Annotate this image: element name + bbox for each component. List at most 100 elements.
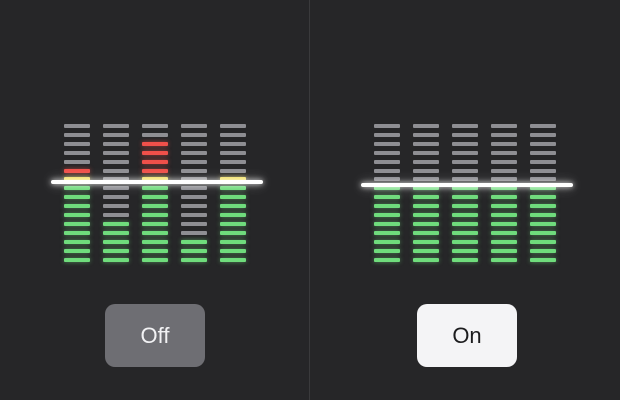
meter-segment	[64, 141, 90, 146]
meter-segment	[413, 168, 439, 173]
on-button[interactable]: On	[417, 304, 517, 367]
meter-segment	[142, 221, 168, 226]
meter-segment	[374, 257, 400, 262]
meter-segment	[413, 195, 439, 200]
meter-segment	[181, 204, 207, 209]
meter-segment	[452, 230, 478, 235]
meter-segment	[64, 124, 90, 128]
level-meter-1	[374, 124, 400, 266]
meter-segment	[374, 230, 400, 235]
meter-segment	[103, 213, 129, 217]
meter-segment	[491, 159, 517, 164]
meter-segment	[452, 150, 478, 155]
off-button[interactable]: Off	[105, 304, 205, 367]
meter-segment	[530, 257, 556, 262]
meter-segment	[413, 221, 439, 226]
meter-segment	[413, 124, 439, 128]
meter-segment	[220, 230, 246, 235]
meter-segment	[142, 257, 168, 262]
meter-segment	[181, 257, 207, 262]
meter-segment	[413, 257, 439, 262]
meter-segment	[374, 124, 400, 128]
meter-segment	[452, 168, 478, 173]
meter-segment	[413, 177, 439, 182]
meter-segment	[491, 195, 517, 200]
meter-segment	[142, 213, 168, 217]
meter-segment	[181, 186, 207, 191]
meter-segment	[491, 239, 517, 244]
meter-segment	[374, 150, 400, 155]
meter-segment	[530, 230, 556, 235]
meter-segment	[103, 230, 129, 235]
meter-segment	[142, 159, 168, 164]
meter-segment	[142, 230, 168, 235]
meter-segment	[142, 150, 168, 155]
meter-segment	[491, 177, 517, 182]
meter-segment	[491, 168, 517, 173]
meter-segment	[452, 248, 478, 253]
meter-segment	[181, 141, 207, 146]
meter-segment	[452, 221, 478, 226]
meter-segment	[530, 177, 556, 182]
meter-segment	[220, 186, 246, 191]
meter-segment	[374, 248, 400, 253]
level-meter-3	[452, 124, 478, 266]
meter-segment	[103, 221, 129, 226]
meter-segment	[413, 204, 439, 209]
meter-segment	[530, 141, 556, 146]
meter-segment	[64, 150, 90, 155]
meter-segment	[530, 124, 556, 128]
meter-segment	[413, 239, 439, 244]
meter-segment	[103, 150, 129, 155]
panel-limiter-off: Off	[0, 0, 310, 400]
meter-segment	[220, 213, 246, 217]
meter-segment	[64, 195, 90, 200]
meter-segment	[220, 239, 246, 244]
level-meter-4	[181, 124, 207, 266]
meter-segment	[413, 150, 439, 155]
meter-segment	[181, 150, 207, 155]
meter-segment	[530, 195, 556, 200]
meter-segment	[220, 168, 246, 173]
meter-segment	[64, 230, 90, 235]
meter-segment	[103, 124, 129, 128]
meter-segment	[530, 213, 556, 217]
meter-segment	[491, 248, 517, 253]
meter-segment	[220, 248, 246, 253]
meter-segment	[142, 186, 168, 191]
meter-segment	[220, 204, 246, 209]
meter-segment	[374, 168, 400, 173]
meter-segment	[413, 248, 439, 253]
meter-segment	[142, 248, 168, 253]
meter-segment	[181, 132, 207, 137]
meter-segment	[142, 168, 168, 173]
meter-segment	[491, 230, 517, 235]
meter-segment	[64, 132, 90, 137]
meter-segment	[142, 195, 168, 200]
meter-segment	[181, 239, 207, 244]
meter-segment	[530, 204, 556, 209]
meter-segment	[452, 159, 478, 164]
meter-segment	[452, 124, 478, 128]
level-meter-4	[491, 124, 517, 266]
meter-segment	[374, 195, 400, 200]
meter-segment	[220, 159, 246, 164]
meter-segment	[64, 168, 90, 173]
meter-segment	[64, 239, 90, 244]
meter-segment	[413, 213, 439, 217]
meter-segment	[374, 132, 400, 137]
meter-segment	[220, 132, 246, 137]
meter-segment	[491, 213, 517, 217]
meter-segment	[530, 221, 556, 226]
meter-segment	[530, 150, 556, 155]
meter-segment	[530, 132, 556, 137]
meter-segment	[142, 124, 168, 128]
meter-segment	[374, 204, 400, 209]
meter-segment	[491, 257, 517, 262]
meter-segment	[530, 248, 556, 253]
meter-segment	[181, 195, 207, 200]
level-meter-3	[142, 124, 168, 266]
meter-segment	[491, 132, 517, 137]
meter-segment	[374, 177, 400, 182]
meter-segment	[413, 230, 439, 235]
